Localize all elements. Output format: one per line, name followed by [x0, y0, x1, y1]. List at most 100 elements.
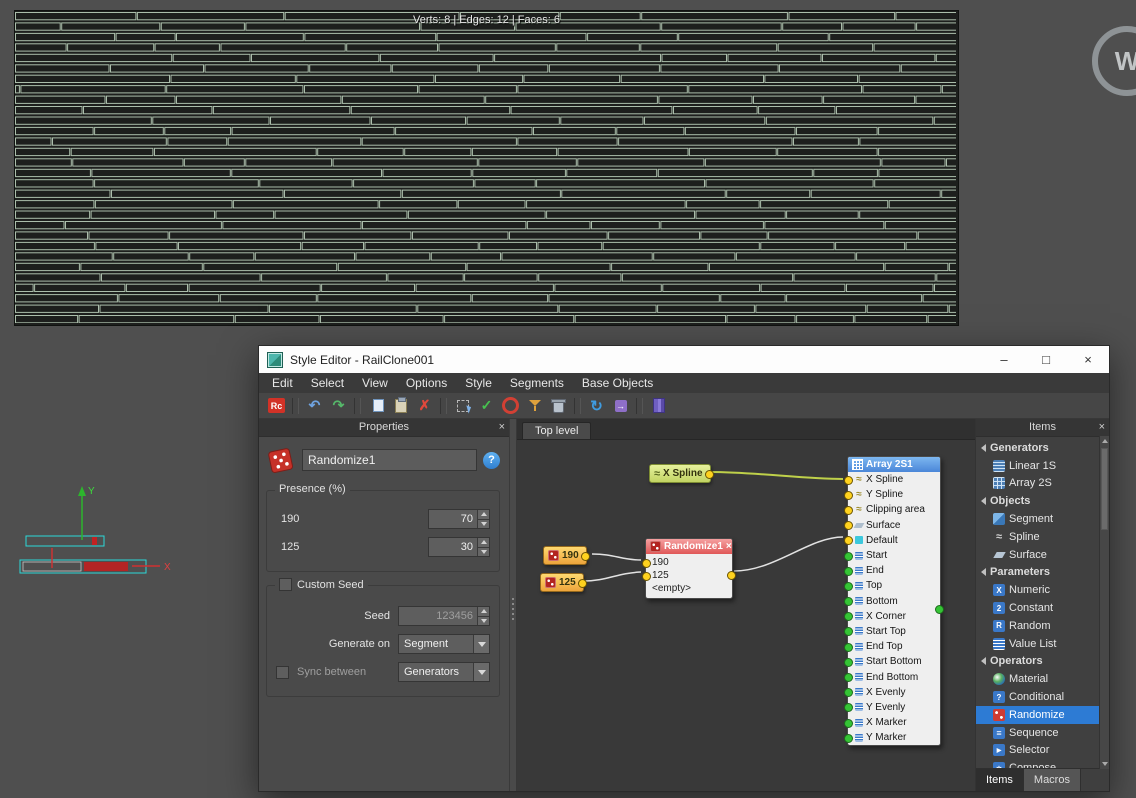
title-bar[interactable]: Style Editor - RailClone001 – □ ×	[259, 346, 1109, 373]
chevron-down-icon[interactable]	[473, 635, 489, 653]
node-input-row[interactable]: X Evenly	[844, 685, 940, 700]
node-input-row[interactable]: Y Marker	[844, 730, 940, 745]
node-param-190[interactable]: 190	[543, 546, 590, 565]
seed-spinner[interactable]: 123456	[398, 606, 490, 626]
scroll-up-icon[interactable]	[1100, 436, 1109, 446]
output-socket[interactable]	[577, 578, 587, 588]
tree-item[interactable]: Selector	[976, 742, 1100, 760]
scrollbar[interactable]	[1099, 436, 1109, 769]
spinner-up-icon[interactable]	[478, 510, 489, 520]
output-socket[interactable]	[580, 551, 590, 561]
delete-icon[interactable]: ✗	[414, 395, 435, 416]
tree-item[interactable]: Numeric	[976, 581, 1100, 599]
node-array[interactable]: Array 2S1 X Spline	[844, 456, 944, 747]
menu-item[interactable]: Segments	[501, 373, 573, 393]
custom-seed-checkbox[interactable]	[279, 578, 292, 591]
output-socket[interactable]	[727, 571, 736, 580]
node-input-row[interactable]: Bottom	[844, 594, 940, 609]
node-input-row[interactable]: End	[844, 563, 940, 578]
generate-on-dropdown[interactable]: Segment	[398, 634, 490, 654]
tree-item[interactable]: Parameters	[976, 564, 1100, 582]
tree-item[interactable]: Operators	[976, 653, 1100, 671]
input-socket[interactable]	[844, 536, 853, 546]
tree-item[interactable]: Conditional	[976, 688, 1100, 706]
tree-item[interactable]: Material	[976, 670, 1100, 688]
input-socket[interactable]	[844, 718, 853, 728]
node-input-row[interactable]: Surface	[844, 518, 940, 533]
panel-splitter[interactable]	[510, 419, 517, 791]
sync-between-checkbox[interactable]	[276, 665, 289, 679]
node-input-row[interactable]: X Corner	[844, 609, 940, 624]
redo-icon[interactable]: ↷	[328, 395, 349, 416]
menu-item[interactable]: Options	[397, 373, 456, 393]
output-socket[interactable]	[935, 605, 944, 614]
refresh-icon[interactable]: ↻	[586, 395, 607, 416]
node-input-row[interactable]: Start	[844, 548, 940, 563]
export-icon[interactable]	[610, 395, 631, 416]
node-input-row[interactable]: Y Evenly	[844, 700, 940, 715]
menu-item[interactable]: View	[353, 373, 397, 393]
help-button[interactable]: ?	[483, 451, 500, 469]
tree-item[interactable]: Compose	[976, 759, 1100, 768]
input-socket[interactable]	[844, 733, 853, 743]
tree-item[interactable]: Linear 1S	[976, 457, 1100, 475]
node-input-row[interactable]: 125	[642, 569, 732, 582]
spinner-up-icon[interactable]	[478, 538, 489, 548]
spinner-up-icon[interactable]	[478, 607, 489, 617]
tree-item[interactable]: Generators	[976, 439, 1100, 457]
check-icon[interactable]: ✓	[476, 395, 497, 416]
presence-spinner[interactable]: 70	[428, 509, 490, 529]
tree-item[interactable]: Value List	[976, 635, 1100, 653]
tree-item[interactable]: Segment	[976, 510, 1100, 528]
input-socket[interactable]	[844, 688, 853, 698]
tree-item[interactable]: Surface	[976, 546, 1100, 564]
tab-top-level[interactable]: Top level	[522, 422, 592, 439]
input-socket[interactable]	[844, 657, 853, 667]
sync-between-dropdown[interactable]: Generators	[398, 662, 490, 682]
input-socket[interactable]	[844, 703, 853, 713]
node-input-row[interactable]: X Spline	[844, 472, 940, 487]
library-icon[interactable]	[648, 395, 669, 416]
input-socket[interactable]	[844, 597, 853, 607]
panel-close-icon[interactable]: ×	[499, 419, 505, 436]
menu-item[interactable]: Style	[456, 373, 501, 393]
spinner-down-icon[interactable]	[478, 547, 489, 556]
node-randomize[interactable]: Randomize1 × 190 125 <empty>	[642, 538, 736, 599]
input-socket[interactable]	[844, 475, 853, 485]
scroll-down-icon[interactable]	[1100, 759, 1109, 769]
spinner-down-icon[interactable]	[478, 616, 489, 625]
input-socket[interactable]	[844, 566, 853, 576]
panel-close-icon[interactable]: ×	[1099, 419, 1105, 436]
paste-icon[interactable]	[390, 395, 411, 416]
input-socket[interactable]	[844, 581, 853, 591]
tree-item[interactable]: Spline	[976, 528, 1100, 546]
tree-item[interactable]: Array 2S	[976, 475, 1100, 493]
input-socket[interactable]	[844, 551, 853, 561]
trash-icon[interactable]	[548, 395, 569, 416]
tab-macros[interactable]: Macros	[1023, 769, 1081, 791]
menu-item[interactable]: Base Objects	[573, 373, 662, 393]
tree-item[interactable]: Randomize	[976, 705, 1100, 724]
record-icon[interactable]	[500, 395, 521, 416]
input-socket[interactable]	[844, 505, 853, 515]
presence-spinner[interactable]: 30	[428, 537, 490, 557]
node-xspline[interactable]: ≈ X Spline	[649, 464, 714, 483]
input-socket[interactable]	[844, 612, 853, 622]
tree-item[interactable]: Sequence	[976, 724, 1100, 742]
node-input-row[interactable]: Y Spline	[844, 487, 940, 502]
node-input-row[interactable]: Start Bottom	[844, 654, 940, 669]
node-header[interactable]: Array 2S1	[848, 457, 940, 472]
node-input-row[interactable]: <empty>	[646, 582, 732, 595]
spinner-down-icon[interactable]	[478, 519, 489, 528]
node-close-icon[interactable]: ×	[726, 541, 732, 552]
chevron-down-icon[interactable]	[473, 663, 489, 681]
output-socket[interactable]	[704, 469, 714, 479]
railclone-icon[interactable]: Rc	[266, 395, 287, 416]
pick-icon[interactable]	[452, 395, 473, 416]
node-input-row[interactable]: End Bottom	[844, 669, 940, 684]
scrollbar-thumb[interactable]	[1101, 448, 1108, 530]
maximize-button[interactable]: □	[1025, 346, 1067, 373]
input-socket[interactable]	[844, 642, 853, 652]
node-header[interactable]: Randomize1 ×	[646, 539, 732, 554]
node-input-row[interactable]: Top	[844, 578, 940, 593]
